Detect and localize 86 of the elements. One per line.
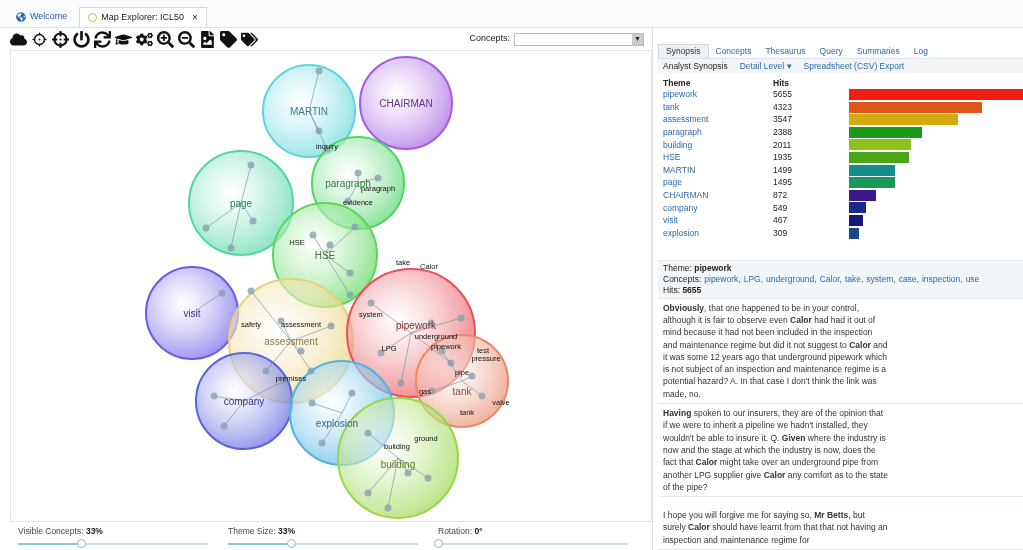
zoom-in-icon[interactable] bbox=[157, 30, 174, 48]
theme-link[interactable]: page bbox=[663, 176, 773, 190]
theme-label: visit bbox=[183, 308, 201, 319]
slider-label: Rotation: 0° bbox=[438, 525, 484, 538]
panel-tab[interactable]: Concepts bbox=[708, 44, 759, 58]
concept-link[interactable]: use bbox=[965, 273, 980, 285]
theme-label: HSE bbox=[314, 250, 336, 261]
concepts-label: Concepts: bbox=[469, 32, 510, 46]
globe-icon bbox=[16, 12, 26, 22]
refresh-icon[interactable] bbox=[94, 30, 111, 48]
concept-link[interactable]: Calor, bbox=[819, 273, 842, 285]
slider-track[interactable] bbox=[228, 542, 418, 545]
concept-link[interactable]: case, bbox=[898, 273, 919, 285]
theme-link[interactable]: HSE bbox=[663, 151, 773, 164]
panel-tab[interactable]: Query bbox=[812, 44, 850, 58]
csv-export-link[interactable]: Spreadsheet (CSV) Export bbox=[803, 59, 905, 73]
zoom-out-icon[interactable] bbox=[178, 30, 195, 48]
theme-link[interactable]: MARTIN bbox=[663, 163, 773, 177]
close-button[interactable]: × bbox=[191, 10, 198, 25]
hits-cell-text: 1499 bbox=[773, 163, 793, 177]
hits-cell-text: 1495 bbox=[773, 176, 793, 190]
theme-link[interactable]: building bbox=[663, 138, 773, 152]
theme-link[interactable]: visit bbox=[663, 214, 773, 227]
settings-icon[interactable] bbox=[136, 30, 153, 48]
hits-line: Hits: 5655 bbox=[663, 284, 703, 296]
tags-icon[interactable] bbox=[241, 30, 258, 48]
theme-label: page bbox=[229, 198, 253, 209]
document-tab[interactable]: Welcome bbox=[8, 7, 76, 27]
crosshairs-icon[interactable] bbox=[52, 30, 69, 48]
hits-cell-text: 2011 bbox=[773, 138, 793, 152]
theme-link[interactable]: paragraph bbox=[663, 125, 773, 139]
panel-tab[interactable]: Summaries bbox=[849, 44, 907, 58]
fit-screen-icon[interactable] bbox=[31, 30, 48, 48]
hits-cell-text: 872 bbox=[773, 188, 789, 202]
hits-cell-text: 4323 bbox=[773, 100, 793, 114]
power-icon[interactable] bbox=[73, 30, 90, 48]
column-header: Hits bbox=[773, 77, 791, 89]
hits-cell-text: 309 bbox=[773, 226, 789, 240]
passage-text: Having spoken to our insurers, they are of the opinion that if we were to inherit a pipeline we hadn't installed, they wouldn't be able to insure it. Q. Given where the industry is now and the stage at which the industry is now, does the fact that Calor might take over an underground pipe from another LPG supplier give Calor any comfort as to the state of the pipe? bbox=[663, 407, 888, 494]
passage-text: Obviously, that one happened to be in your control, although it is fair to observe even Calor had had it out of mind because it had not been included in the inspection and maintenance regime but did it not suggest to Calor and it was some 12 years ago that underground pipework which is not subject of an inspection and maintenance regime is a potential hazard? A. In that case I don't think the link was made, no. bbox=[663, 301, 888, 400]
tag-icon[interactable] bbox=[220, 30, 237, 48]
theme-link[interactable]: explosion bbox=[663, 226, 773, 240]
slider-thumb[interactable] bbox=[76, 538, 86, 548]
panel-tab[interactable]: Thesaurus bbox=[758, 44, 813, 58]
theme-line: Theme: pipework bbox=[663, 262, 733, 274]
concept-link[interactable]: pipework, bbox=[704, 273, 741, 285]
theme-label: tank bbox=[452, 386, 472, 397]
slider-thumb[interactable] bbox=[286, 538, 296, 548]
theme-link[interactable]: pipework bbox=[663, 88, 773, 101]
theme-link[interactable]: tank bbox=[663, 100, 773, 114]
image-icon[interactable] bbox=[199, 30, 216, 48]
slider-label: Theme Size: 33% bbox=[228, 525, 297, 538]
slider-track[interactable] bbox=[18, 542, 208, 545]
link-network-drawing bbox=[308, 389, 356, 447]
theme-link[interactable]: assessment bbox=[663, 113, 773, 127]
concepts-label: Concepts: bbox=[663, 273, 702, 285]
hits-cell-text: 2388 bbox=[773, 125, 793, 139]
theme-label: building bbox=[380, 459, 416, 470]
slider-label: Visible Concepts: 33% bbox=[18, 525, 104, 538]
passage-text: I hope you will forgive me for saying so, Mr Betts, but surely Calor should have learnt from that that not having an inspection and maintenance regime for bbox=[663, 509, 888, 546]
hits-cell-text: 549 bbox=[773, 201, 789, 215]
theme-label: CHAIRMAN bbox=[379, 98, 433, 109]
slider-thumb[interactable] bbox=[434, 538, 443, 548]
synopsis-title: Analyst Synopsis bbox=[663, 59, 728, 73]
panel-tab[interactable]: Log bbox=[906, 44, 935, 58]
concept-link[interactable]: take, bbox=[844, 273, 864, 285]
column-header: Theme bbox=[663, 77, 692, 89]
concept-link[interactable]: LPG, bbox=[743, 273, 764, 285]
hits-cell-text: 3547 bbox=[773, 113, 793, 127]
detail-level-dropdown[interactable]: Detail Level ▾ bbox=[739, 59, 792, 73]
theme-label: company bbox=[223, 396, 265, 407]
theme-link[interactable]: company bbox=[663, 201, 773, 215]
concept-link[interactable]: underground, bbox=[766, 273, 817, 285]
theme-label: pipework bbox=[396, 320, 436, 331]
concept-link[interactable]: inspection, bbox=[922, 273, 963, 285]
hits-cell-text: 1935 bbox=[773, 151, 793, 164]
theme-bubble[interactable] bbox=[145, 266, 239, 360]
document-tab[interactable]: Map Explorer: ICL50 × bbox=[79, 7, 207, 27]
theme-link[interactable]: CHAIRMAN bbox=[663, 188, 773, 202]
theme-bubble[interactable] bbox=[359, 56, 453, 150]
concept-link[interactable]: system, bbox=[866, 273, 896, 285]
theme-label: assessment bbox=[264, 336, 318, 347]
panel-tab[interactable]: Synopsis bbox=[658, 44, 709, 58]
theme-label: MARTIN bbox=[289, 106, 329, 117]
hits-cell-text: 5655 bbox=[773, 88, 793, 101]
hits-cell-text: 467 bbox=[773, 214, 789, 227]
